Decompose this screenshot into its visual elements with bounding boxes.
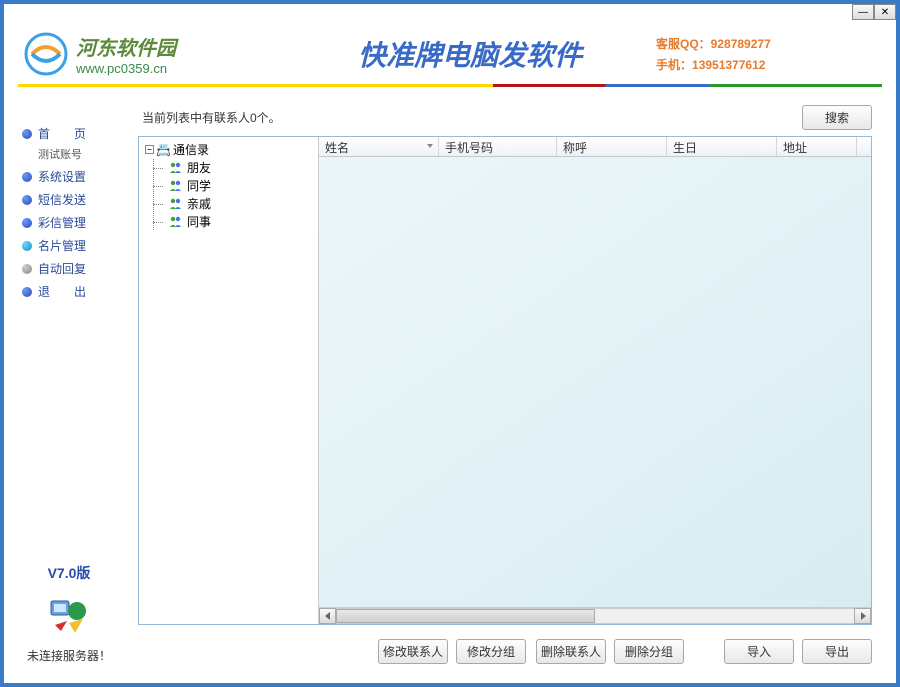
column-header[interactable]: 称呼 — [557, 137, 667, 156]
column-header[interactable]: 地址 — [777, 137, 857, 156]
app-title: 快准牌电脑发软件 — [284, 34, 656, 74]
edit-contact-button[interactable]: 修改联系人 — [378, 639, 448, 664]
header-bar: 河东软件园 www.pc0359.cn 快准牌电脑发软件 客服QQ：928789… — [4, 24, 896, 84]
import-button[interactable]: 导入 — [724, 639, 794, 664]
logo-url: www.pc0359.cn — [76, 61, 176, 76]
bullet-icon — [22, 287, 32, 297]
scroll-right-icon[interactable] — [854, 608, 871, 624]
bullet-icon — [22, 241, 32, 251]
sidebar-item-label: 首 页 — [38, 125, 86, 142]
server-status-text: 未连接服务器！ — [27, 647, 111, 664]
close-button[interactable]: ✕ — [874, 4, 896, 20]
people-icon — [169, 180, 183, 192]
tree-item-label: 亲戚 — [187, 195, 211, 212]
tree-item-3[interactable]: 同事 — [161, 213, 312, 230]
export-button[interactable]: 导出 — [802, 639, 872, 664]
sidebar-item-3[interactable]: 彩信管理 — [22, 214, 134, 231]
horizontal-scrollbar[interactable] — [319, 607, 871, 624]
sidebar-item-0[interactable]: 首 页 — [22, 125, 134, 142]
version-label: V7.0版 — [48, 563, 91, 583]
search-button[interactable]: 搜索 — [802, 105, 872, 130]
server-status-icon — [49, 595, 89, 635]
scroll-thumb[interactable] — [336, 609, 595, 623]
bullet-icon — [22, 172, 32, 182]
people-icon — [169, 162, 183, 174]
sidebar-item-label: 自动回复 — [38, 260, 86, 277]
people-icon — [169, 198, 183, 210]
contact-phone: 手机：13951377612 — [656, 56, 876, 73]
tree-collapse-icon[interactable]: − — [145, 145, 154, 154]
bullet-icon — [22, 129, 32, 139]
delete-group-button[interactable]: 删除分组 — [614, 639, 684, 664]
bullet-icon — [22, 195, 32, 205]
sidebar-item-label: 彩信管理 — [38, 214, 86, 231]
edit-group-button[interactable]: 修改分组 — [456, 639, 526, 664]
sidebar-item-label: 系统设置 — [38, 168, 86, 185]
tree-root-label[interactable]: 通信录 — [173, 141, 209, 158]
column-header[interactable]: 生日 — [667, 137, 777, 156]
tree-item-label: 同学 — [187, 177, 211, 194]
sidebar-item-6[interactable]: 退 出 — [22, 283, 134, 300]
scroll-left-icon[interactable] — [319, 608, 336, 624]
sidebar-item-1[interactable]: 系统设置 — [22, 168, 134, 185]
sidebar-item-5[interactable]: 自动回复 — [22, 260, 134, 277]
sidebar-item-label: 名片管理 — [38, 237, 86, 254]
delete-contact-button[interactable]: 删除联系人 — [536, 639, 606, 664]
table-header: 姓名手机号码称呼生日地址 — [319, 137, 871, 157]
contact-count-text: 当前列表中有联系人0个。 — [138, 109, 802, 126]
sidebar: 首 页测试账号系统设置短信发送彩信管理名片管理自动回复退 出 V7.0版 未连接… — [4, 87, 134, 682]
tree-item-label: 朋友 — [187, 159, 211, 176]
contact-tree: − 📇 通信录 朋友同学亲戚同事 — [139, 137, 319, 624]
sidebar-item-label: 短信发送 — [38, 191, 86, 208]
sidebar-item-label: 退 出 — [38, 283, 86, 300]
column-header[interactable]: 姓名 — [319, 137, 439, 156]
bullet-icon — [22, 264, 32, 274]
contact-qq: 客服QQ：928789277 — [656, 35, 876, 52]
tree-item-0[interactable]: 朋友 — [161, 159, 312, 176]
sidebar-sub-label: 测试账号 — [38, 146, 134, 162]
table-body — [319, 157, 871, 607]
tree-item-2[interactable]: 亲戚 — [161, 195, 312, 212]
tree-item-1[interactable]: 同学 — [161, 177, 312, 194]
bullet-icon — [22, 218, 32, 228]
logo-icon — [24, 32, 68, 76]
sidebar-item-4[interactable]: 名片管理 — [22, 237, 134, 254]
minimize-button[interactable]: — — [852, 4, 874, 20]
column-header[interactable]: 手机号码 — [439, 137, 557, 156]
logo-title: 河东软件园 — [76, 32, 176, 61]
sidebar-item-2[interactable]: 短信发送 — [22, 191, 134, 208]
people-icon — [169, 216, 183, 228]
folder-icon: 📇 — [156, 143, 171, 157]
tree-item-label: 同事 — [187, 213, 211, 230]
